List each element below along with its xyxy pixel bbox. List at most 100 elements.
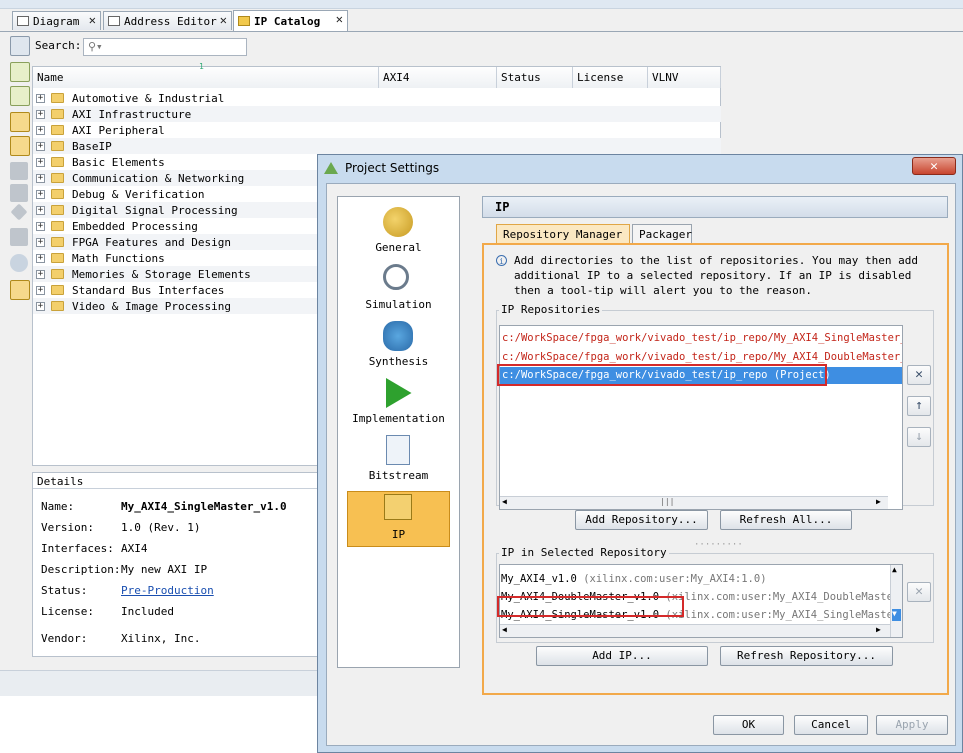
expand-icon[interactable]: + xyxy=(36,253,45,263)
sort-indicator: 1 xyxy=(199,62,204,71)
refresh-all-button[interactable]: Refresh All... xyxy=(720,510,852,530)
tree-row-label: AXI Infrastructure xyxy=(72,107,192,121)
tree-row-label: Digital Signal Processing xyxy=(72,203,238,217)
move-down-button[interactable]: ↓ xyxy=(907,427,931,447)
list-item[interactable]: c:/WorkSpace/fpga_work/vivado_test/ip_re… xyxy=(502,330,902,347)
nav-bitstream[interactable]: Bitstream xyxy=(338,433,459,489)
search-icon: ⚲▾ xyxy=(88,40,103,53)
expand-icon[interactable]: + xyxy=(36,93,45,103)
tab-address-editor[interactable]: Address Editor ✕ xyxy=(103,11,232,30)
nav-general[interactable]: General xyxy=(338,205,459,261)
scroll-left-icon[interactable]: ◀ xyxy=(502,625,507,634)
nav-simulation[interactable]: Simulation xyxy=(338,262,459,318)
nav-synthesis[interactable]: Synthesis xyxy=(338,319,459,375)
expand-icon[interactable]: + xyxy=(36,205,45,215)
tree-row[interactable]: + AXI Infrastructure xyxy=(33,106,721,122)
close-button[interactable]: ✕ xyxy=(912,157,956,175)
nav-label: Bitstream xyxy=(368,469,429,482)
scroll-up-icon[interactable]: ▲ xyxy=(892,565,897,574)
tree-row-label: Memories & Storage Elements xyxy=(72,267,251,281)
nav-implementation[interactable]: Implementation xyxy=(338,376,459,432)
vertical-scrollbar[interactable]: ▲ ▼ xyxy=(890,565,902,637)
tab-diagram[interactable]: Diagram ✕ xyxy=(12,11,101,30)
expand-icon[interactable]: + xyxy=(36,285,45,295)
details-label: Interfaces: xyxy=(41,542,114,555)
expand-icon[interactable]: + xyxy=(36,157,45,167)
scroll-right-icon[interactable]: ▶ xyxy=(876,625,881,634)
expand-icon[interactable]: + xyxy=(36,237,45,247)
folder-icon xyxy=(51,109,64,119)
apply-button[interactable]: Apply xyxy=(876,715,948,735)
details-description-value: My new AXI IP xyxy=(121,563,208,576)
tree-row-label: Debug & Verification xyxy=(72,187,205,201)
folder-icon xyxy=(51,141,64,151)
expand-icon[interactable]: + xyxy=(36,141,45,151)
tab-bar: Diagram ✕ Address Editor ✕ IP Catalog ✕ xyxy=(0,9,963,32)
expand-icon[interactable]: + xyxy=(36,301,45,311)
status-link[interactable]: Pre-Production xyxy=(121,584,214,597)
expand-icon[interactable]: + xyxy=(36,173,45,183)
collapse-all-icon[interactable] xyxy=(10,62,30,82)
diamond-icon[interactable] xyxy=(10,203,28,221)
vertical-toolbar xyxy=(8,36,32,306)
list-item[interactable]: My_AXI4_v1.0 (xilinx.com:user:My_AXI4:1.… xyxy=(501,571,767,588)
expand-icon[interactable]: + xyxy=(36,125,45,135)
expand-icon[interactable]: + xyxy=(36,109,45,119)
scroll-right-icon[interactable]: ▶ xyxy=(876,497,881,506)
gear-icon[interactable] xyxy=(10,254,28,272)
info-text: Add directories to the list of repositor… xyxy=(514,254,918,297)
column-status[interactable]: Status xyxy=(497,67,573,88)
tree-row[interactable]: + Automotive & Industrial xyxy=(33,90,721,106)
repository-list[interactable]: c:/WorkSpace/fpga_work/vivado_test/ip_re… xyxy=(499,325,903,510)
expand-icon[interactable]: + xyxy=(36,189,45,199)
group-icon[interactable] xyxy=(10,136,30,156)
move-up-button[interactable]: ↑ xyxy=(907,396,931,416)
tree-row-label: Video & Image Processing xyxy=(72,299,231,313)
filter-icon[interactable] xyxy=(10,112,30,132)
close-icon[interactable]: ✕ xyxy=(220,13,227,27)
title-strip xyxy=(0,0,963,9)
search-input[interactable]: ⚲▾ xyxy=(83,38,247,56)
details-panel: Details Name: My_AXI4_SingleMaster_v1.0 … xyxy=(32,472,327,657)
properties-icon[interactable] xyxy=(10,280,30,300)
horizontal-scrollbar[interactable]: ◀ ||| ▶ xyxy=(500,496,888,509)
column-axi4[interactable]: AXI4 xyxy=(379,67,497,88)
tools-icon[interactable] xyxy=(10,184,28,202)
column-name[interactable]: Name xyxy=(33,67,379,88)
close-icon[interactable]: ✕ xyxy=(89,13,96,27)
refresh-repository-button[interactable]: Refresh Repository... xyxy=(720,646,893,666)
remove-repository-button[interactable]: ✕ xyxy=(907,365,931,385)
column-vlnv[interactable]: VLNV xyxy=(648,67,721,88)
folder-icon xyxy=(51,205,64,215)
expand-icon[interactable] xyxy=(10,36,30,56)
layers-icon[interactable] xyxy=(10,228,28,246)
tree-row[interactable]: + BaseIP xyxy=(33,138,721,154)
dialog-title: Project Settings xyxy=(345,161,440,175)
ok-button[interactable]: OK xyxy=(713,715,784,735)
horizontal-scrollbar[interactable]: ◀ ▶ xyxy=(500,624,890,637)
splitter-grip[interactable]: ········· xyxy=(694,540,743,550)
tree-row-label: Communication & Networking xyxy=(72,171,245,185)
scroll-thumb[interactable]: ||| xyxy=(660,497,674,506)
nav-ip[interactable]: IP xyxy=(347,491,450,547)
details-label: License: xyxy=(41,605,94,618)
tab-ip-catalog[interactable]: IP Catalog ✕ xyxy=(233,10,348,31)
cancel-button[interactable]: Cancel xyxy=(794,715,868,735)
close-icon[interactable]: ✕ xyxy=(336,12,343,26)
expand-icon[interactable]: + xyxy=(36,269,45,279)
add-ip-button[interactable]: Add IP... xyxy=(536,646,708,666)
scroll-down-icon[interactable]: ▼ xyxy=(892,609,901,621)
vivado-logo-icon xyxy=(324,162,338,174)
remove-ip-button[interactable]: ✕ xyxy=(907,582,931,602)
folder-icon xyxy=(51,301,64,311)
tree-row[interactable]: + AXI Peripheral xyxy=(33,122,721,138)
column-license[interactable]: License xyxy=(573,67,648,88)
chip-icon[interactable] xyxy=(10,162,28,180)
add-repository-button[interactable]: Add Repository... xyxy=(575,510,708,530)
tab-repository-manager[interactable]: Repository Manager xyxy=(496,224,630,244)
tab-packager[interactable]: Packager xyxy=(632,224,692,244)
scroll-left-icon[interactable]: ◀ xyxy=(502,497,507,506)
nav-label: General xyxy=(375,241,422,254)
expand-all-icon[interactable] xyxy=(10,86,30,106)
expand-icon[interactable]: + xyxy=(36,221,45,231)
